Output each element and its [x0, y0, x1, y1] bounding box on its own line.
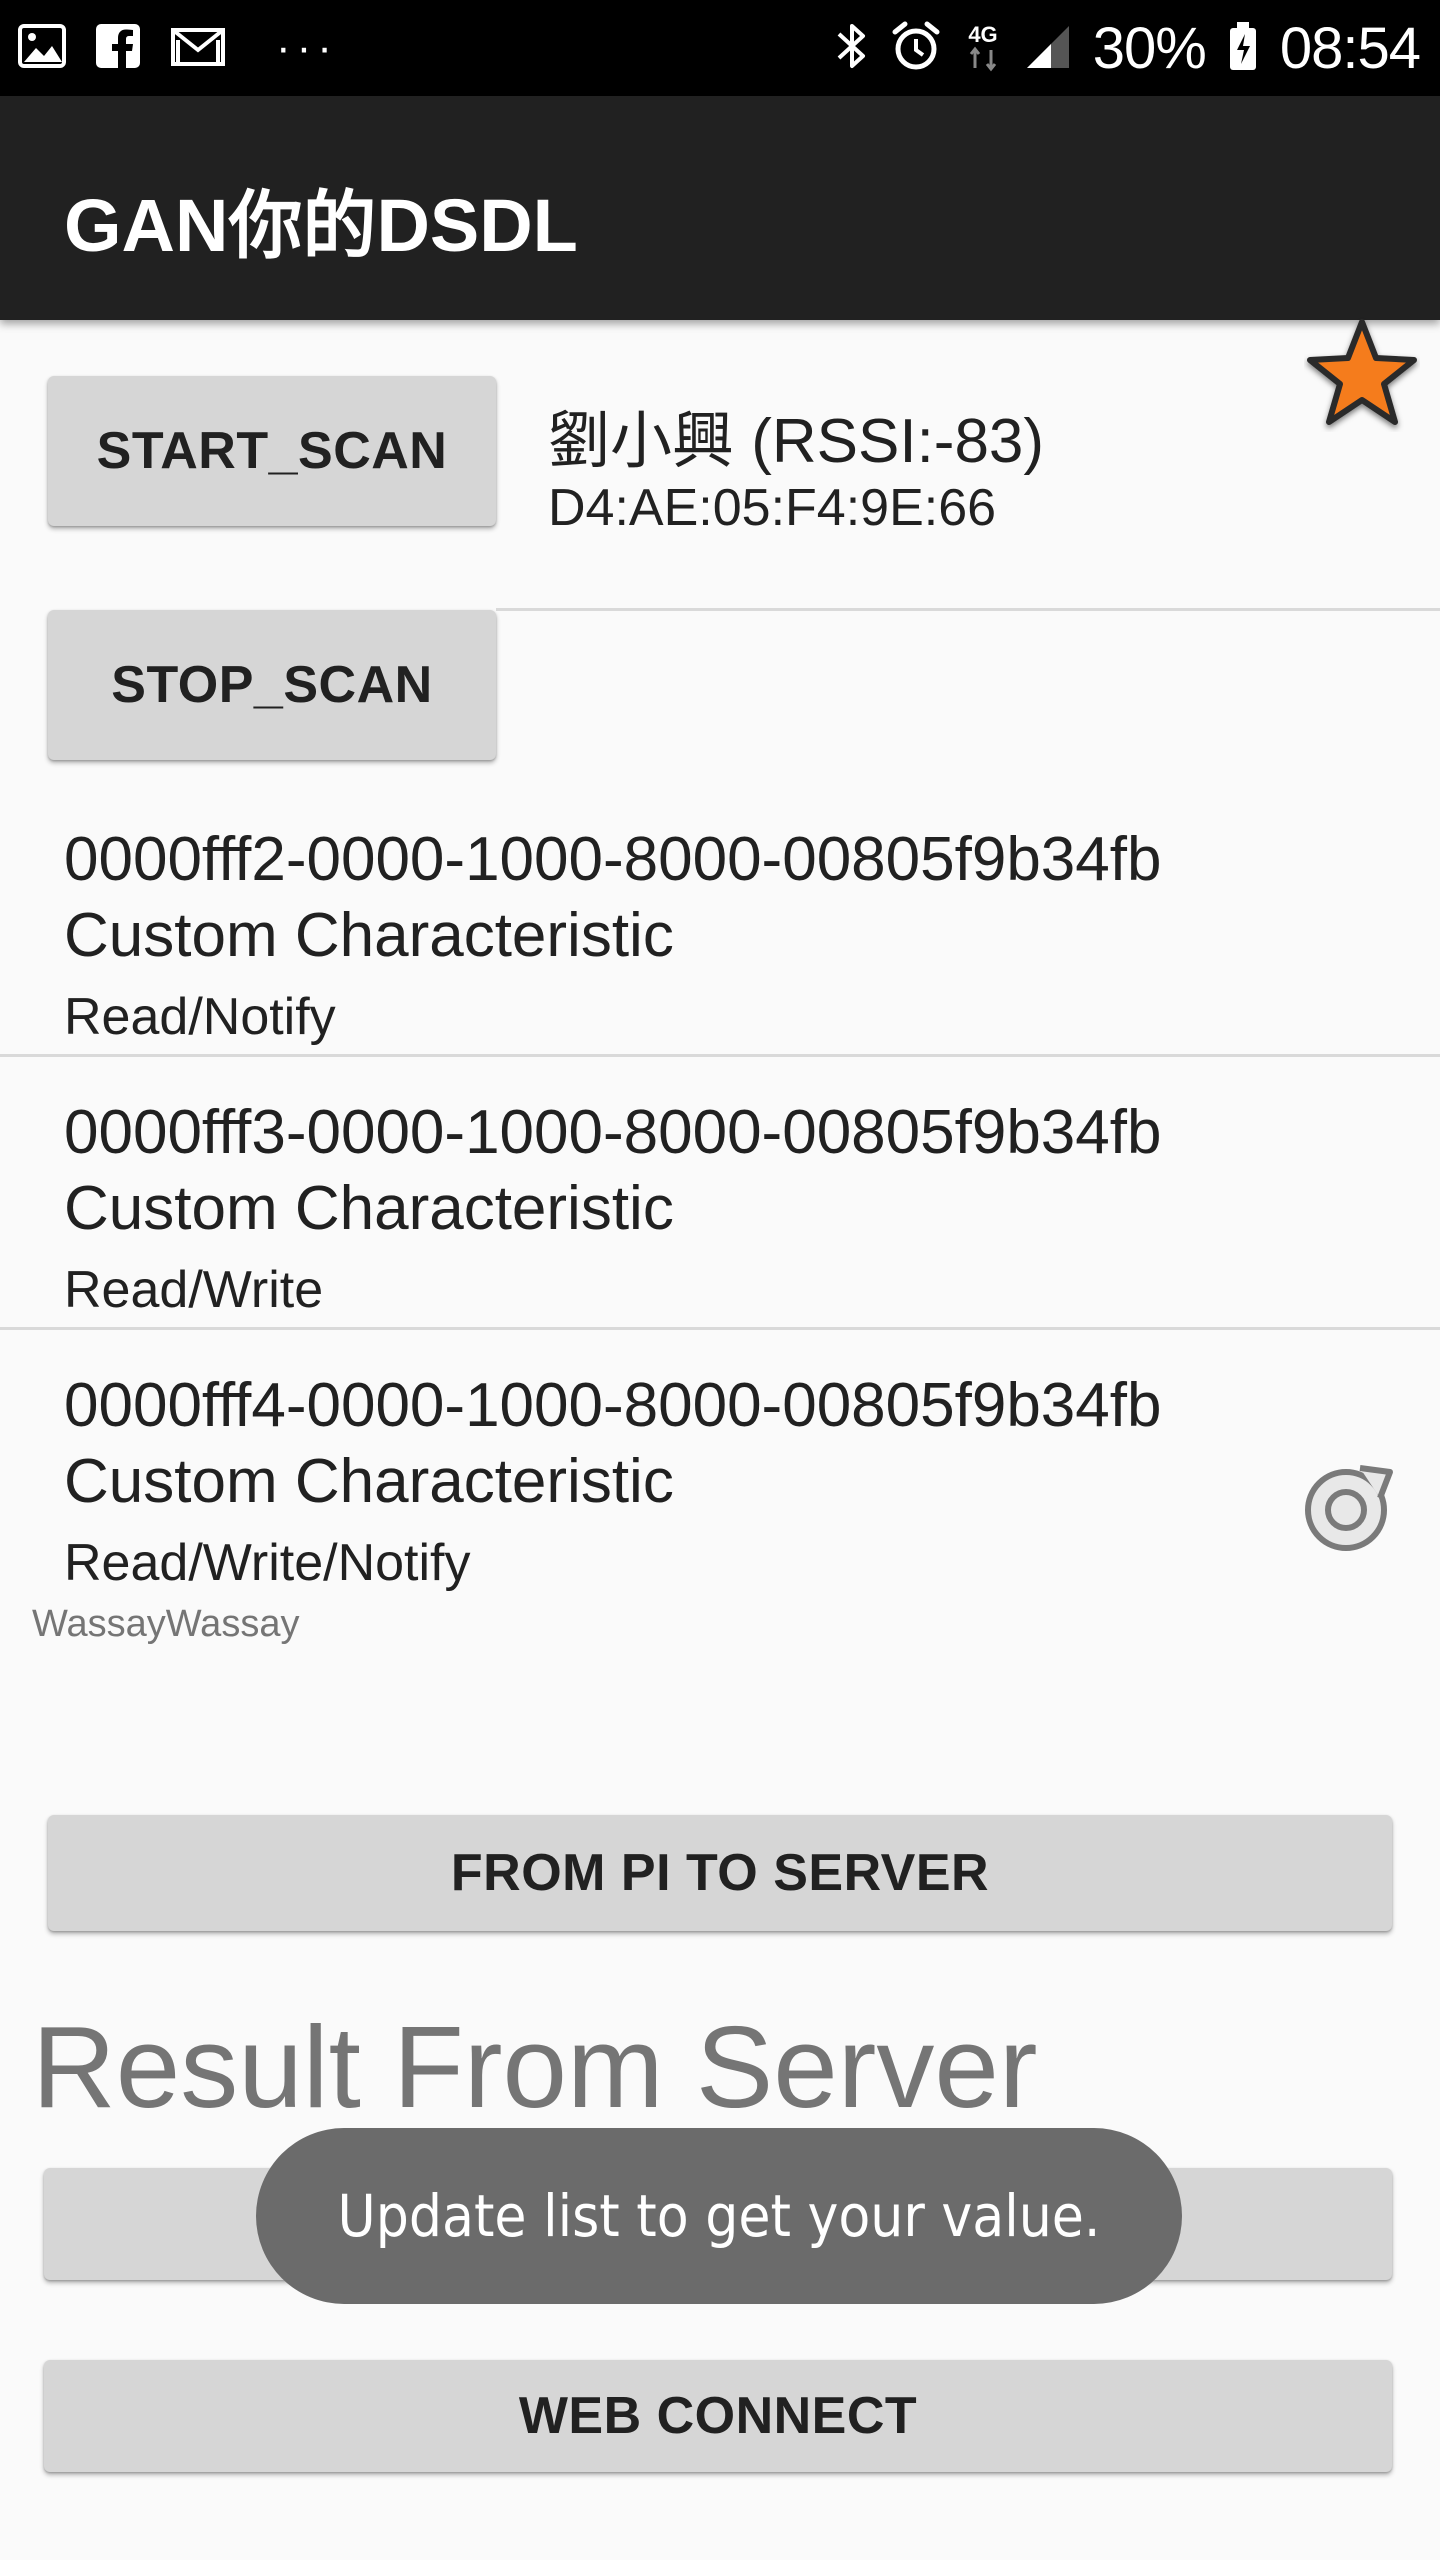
- characteristic-type: Custom Characteristic: [64, 1447, 674, 1516]
- gallery-icon: [18, 23, 66, 73]
- web-connect-button[interactable]: WEB CONNECT: [44, 2360, 1392, 2472]
- clock: 08:54: [1279, 15, 1421, 81]
- device-name[interactable]: 劉小興 (RSSI:-83): [548, 390, 1044, 480]
- start-scan-button[interactable]: START_SCAN: [48, 376, 496, 526]
- refresh-icon[interactable]: [1298, 1458, 1398, 1563]
- divider: [0, 1327, 1440, 1330]
- battery-percentage: 30%: [1092, 15, 1207, 81]
- characteristic-type: Custom Characteristic: [64, 901, 674, 970]
- characteristic-uuid: 0000fff4-0000-1000-8000-00805f9b34fb: [64, 1371, 1162, 1440]
- divider: [0, 1054, 1440, 1057]
- gmail-icon: [170, 24, 226, 73]
- list-item[interactable]: 0000fff2-0000-1000-8000-00805f9b34fb Cus…: [64, 822, 1364, 1052]
- notification-icons: ···: [18, 20, 338, 76]
- device-mac-address: D4:AE:05:F4:9E:66: [548, 479, 997, 537]
- svg-text:4G: 4G: [968, 22, 997, 47]
- app-bar: GAN你的DSDL: [0, 96, 1440, 320]
- stop-scan-button[interactable]: STOP_SCAN: [48, 610, 496, 760]
- characteristic-properties: Read/Notify: [64, 988, 336, 1046]
- bluetooth-icon: [835, 20, 869, 77]
- characteristic-uuid: 0000fff2-0000-1000-8000-00805f9b34fb: [64, 825, 1162, 894]
- signal-icon: [1025, 22, 1071, 75]
- network-4g-icon: 4G: [963, 20, 1003, 77]
- system-status: 4G 30% 08:54: [835, 14, 1421, 82]
- list-item[interactable]: 0000fff3-0000-1000-8000-00805f9b34fb Cus…: [64, 1095, 1364, 1325]
- result-title: Result From Server: [32, 2002, 1038, 2132]
- divider: [496, 608, 1440, 611]
- more-notifications-icon: ···: [276, 23, 338, 72]
- value-label: WassayWassay: [32, 1603, 300, 1645]
- status-bar: ··· 4G 30% 08:54: [0, 0, 1440, 96]
- characteristic-type: Custom Characteristic: [64, 1174, 674, 1243]
- toast-message: Update list to get your value.: [256, 2128, 1182, 2304]
- characteristic-properties: Read/Write: [64, 1261, 324, 1319]
- alarm-icon: [891, 20, 941, 77]
- characteristic-properties: Read/Write/Notify: [64, 1534, 471, 1592]
- facebook-icon: [96, 23, 140, 73]
- list-item[interactable]: 0000fff4-0000-1000-8000-00805f9b34fb Cus…: [64, 1368, 1364, 1598]
- from-pi-to-server-button[interactable]: FROM PI TO SERVER: [48, 1815, 1392, 1931]
- star-icon[interactable]: [1304, 316, 1420, 437]
- characteristic-uuid: 0000fff3-0000-1000-8000-00805f9b34fb: [64, 1098, 1162, 1167]
- battery-icon: [1228, 20, 1258, 77]
- app-title: GAN你的DSDL: [64, 184, 578, 267]
